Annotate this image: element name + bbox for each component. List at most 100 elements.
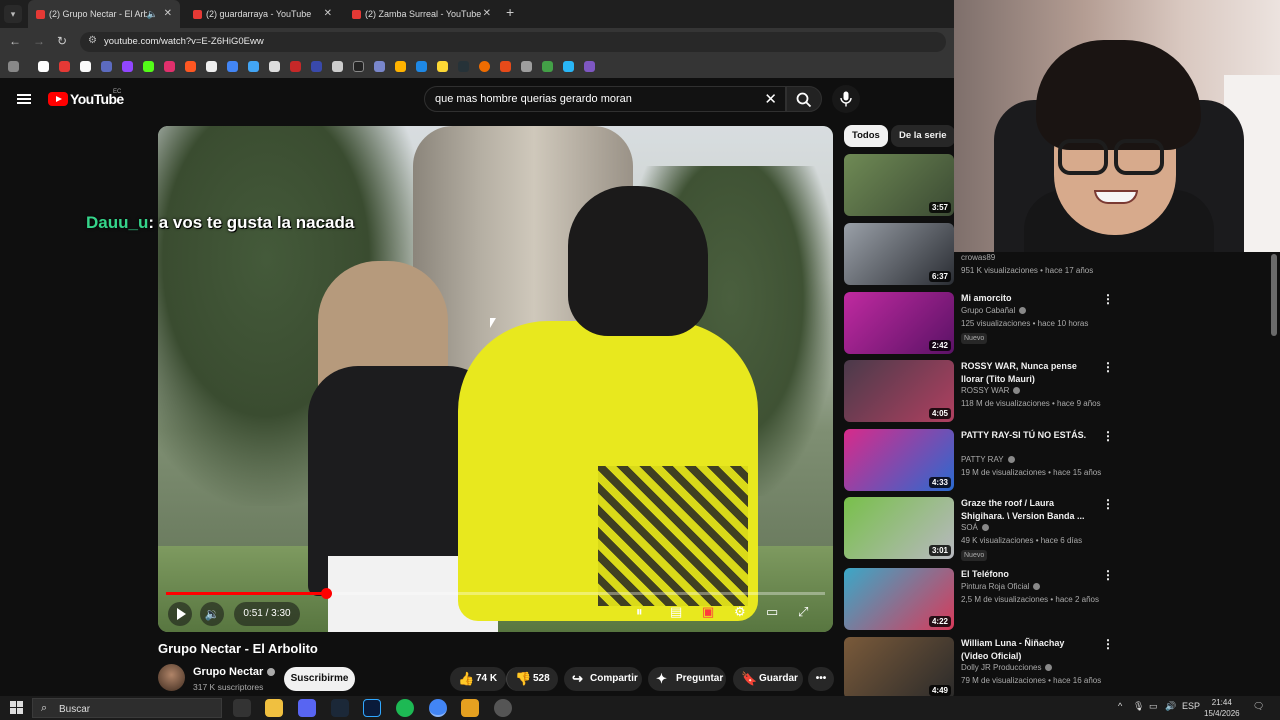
menu-icon[interactable] (17, 94, 31, 104)
related-video-thumbnail[interactable]: 4:22 (844, 568, 954, 630)
notifications-icon[interactable]: 🗨 (1253, 701, 1264, 712)
bookmark-icon[interactable] (80, 61, 91, 72)
channel-name[interactable]: Grupo Nectar (193, 666, 276, 678)
theater-mode-icon[interactable]: ▭ (766, 604, 778, 620)
more-icon[interactable]: ⋮ (1102, 360, 1114, 374)
related-video-channel[interactable]: Dolly JR Producciones (961, 663, 1053, 672)
related-video-channel[interactable]: PATTY RAY (961, 455, 1015, 464)
share-button[interactable]: ↪ Compartir (564, 667, 642, 691)
search-input[interactable]: que mas hombre querias gerardo moran ✕ (424, 86, 786, 112)
task-view-icon[interactable] (233, 699, 251, 717)
save-button[interactable]: 🔖 Guardar (733, 667, 803, 691)
clock[interactable]: 21:44 15/4/2026 (1204, 697, 1240, 719)
subscribe-button[interactable]: Suscribirme (284, 667, 355, 691)
tab-2[interactable]: (2) guardarraya - YouTube ✕ (185, 2, 340, 26)
related-video-thumbnail[interactable]: 3:57 (844, 154, 954, 216)
related-video-title[interactable]: William Luna - Ñiñachay (Video Oficial) (961, 637, 1089, 663)
close-tab-icon[interactable]: ✕ (483, 2, 491, 26)
related-video-thumbnail[interactable]: 3:01 (844, 497, 954, 559)
app-icon[interactable] (461, 699, 479, 717)
related-video-thumbnail[interactable]: 4:05 (844, 360, 954, 422)
forward-icon[interactable]: → (33, 34, 45, 48)
related-video-channel[interactable]: ROSSY WAR (961, 386, 1021, 395)
bookmark-icon[interactable] (437, 61, 448, 72)
related-video-thumbnail[interactable]: 6:37 (844, 223, 954, 285)
close-tab-icon[interactable]: ✕ (164, 0, 172, 28)
network-icon[interactable]: ▭ (1149, 701, 1158, 712)
steam-icon[interactable] (331, 699, 349, 717)
spotify-icon[interactable] (396, 699, 414, 717)
bookmark-icon[interactable] (185, 61, 196, 72)
chrome-icon[interactable] (429, 699, 447, 717)
url-field[interactable]: ⚙ youtube.com/watch?v=E-Z6HiG0Eww (80, 32, 946, 52)
bookmark-icon[interactable] (122, 61, 133, 72)
progress-scrubber[interactable] (321, 588, 332, 599)
related-video-channel[interactable]: Pintura Roja Oficial (961, 582, 1041, 591)
related-video-title[interactable]: Mi amorcito (961, 292, 1089, 305)
windows-start-icon[interactable] (10, 701, 23, 714)
apps-icon[interactable] (8, 61, 19, 72)
bookmark-icon[interactable] (563, 61, 574, 72)
bookmark-icon[interactable] (458, 61, 469, 72)
ask-button[interactable]: ✦ Preguntar (648, 667, 726, 691)
bookmark-icon[interactable] (416, 61, 427, 72)
discord-icon[interactable] (298, 699, 316, 717)
youtube-logo-icon[interactable] (48, 92, 68, 106)
chip-series[interactable]: De la serie (891, 125, 955, 147)
bookmark-icon[interactable] (248, 61, 259, 72)
bookmark-icon[interactable] (38, 61, 49, 72)
tab-3[interactable]: (2) Zamba Surreal - YouTube ✕ (344, 2, 499, 26)
speaker-icon[interactable]: 🔈 (147, 0, 158, 28)
bookmark-icon[interactable] (542, 61, 553, 72)
related-video-title[interactable]: PATTY RAY-SI TÚ NO ESTÁS. (961, 429, 1089, 442)
tray-chevron-icon[interactable]: ^ (1118, 701, 1122, 711)
obs-icon[interactable] (494, 699, 512, 717)
play-button[interactable] (168, 602, 192, 626)
progress-bar[interactable] (166, 588, 825, 599)
search-button[interactable] (786, 86, 822, 112)
bookmark-icon[interactable] (206, 61, 217, 72)
bookmark-icon[interactable] (59, 61, 70, 72)
related-video-thumbnail[interactable]: 4:33 (844, 429, 954, 491)
dislike-button[interactable]: 👎 528 (506, 667, 558, 691)
related-video-thumbnail[interactable]: 4:49 (844, 637, 954, 699)
related-video-channel[interactable]: SOÁ (961, 523, 989, 532)
pause-autoplay-icon[interactable]: ⏸ (636, 604, 643, 620)
volume-tray-icon[interactable]: 🔊 (1165, 701, 1176, 712)
site-info-icon[interactable]: ⚙ (88, 35, 97, 46)
tab-active[interactable]: (2) Grupo Nectar - El Arbolito 🔈 ✕ (28, 0, 180, 28)
more-icon[interactable]: ⋮ (1102, 429, 1114, 443)
back-icon[interactable]: ← (9, 34, 21, 48)
bookmark-icon[interactable] (269, 61, 280, 72)
close-tab-icon[interactable]: ✕ (324, 2, 332, 26)
bookmark-icon[interactable] (290, 61, 301, 72)
related-video-channel[interactable]: crowas89 (961, 253, 995, 262)
bookmark-icon[interactable] (311, 61, 322, 72)
subtitles-icon[interactable]: ▤ (670, 604, 682, 620)
video-player[interactable]: 🔉 0:51 / 3:30 ⏸ ▤ ▣ ⚙ ▭ ⤢ (158, 126, 833, 632)
bookmark-icon[interactable] (521, 61, 532, 72)
bookmark-icon[interactable] (584, 61, 595, 72)
more-icon[interactable]: ⋮ (1102, 568, 1114, 582)
bookmark-icon[interactable] (353, 61, 364, 72)
more-icon[interactable]: ⋮ (1102, 292, 1114, 306)
related-video-title[interactable]: ROSSY WAR, Nunca pense llorar (Tito Maur… (961, 360, 1089, 386)
bookmark-icon[interactable] (164, 61, 175, 72)
bookmark-icon[interactable] (227, 61, 238, 72)
bookmark-icon[interactable] (479, 61, 490, 72)
language-indicator[interactable]: ESP (1182, 701, 1200, 711)
chip-all[interactable]: Todos (844, 125, 888, 147)
like-button[interactable]: 👍 74 K (450, 667, 506, 691)
clear-icon[interactable]: ✕ (764, 90, 777, 108)
more-actions-button[interactable]: ••• (808, 667, 834, 691)
bookmark-icon[interactable] (500, 61, 511, 72)
bookmark-icon[interactable] (332, 61, 343, 72)
taskbar-search-input[interactable]: ⌕ Buscar (32, 698, 222, 718)
file-explorer-icon[interactable] (265, 699, 283, 717)
bookmark-icon[interactable] (101, 61, 112, 72)
bookmark-icon[interactable] (374, 61, 385, 72)
related-video-channel[interactable]: Grupo Cabañal (961, 306, 1027, 315)
related-video-title[interactable]: El Teléfono (961, 568, 1089, 581)
reload-icon[interactable]: ↻ (57, 34, 67, 48)
scrollbar-thumb[interactable] (1271, 254, 1277, 336)
